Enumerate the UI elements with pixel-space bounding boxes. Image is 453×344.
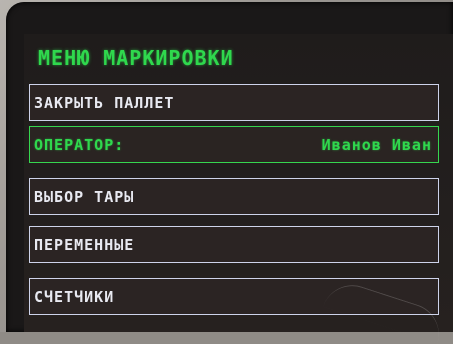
menu-title: МЕНЮ МАРКИРОВКИ [38, 46, 234, 70]
menu-item-variables[interactable]: ПЕРЕМЕННЫЕ [29, 226, 439, 263]
menu-item-label: ПЕРЕМЕННЫЕ [34, 235, 135, 254]
menu-item-label: ЗАКРЫТЬ ПАЛЛЕТ [34, 93, 175, 112]
lcd-screen: МЕНЮ МАРКИРОВКИ ЗАКРЫТЬ ПАЛЛЕТ ОПЕРАТОР:… [24, 34, 453, 344]
menu-item-close-pallet[interactable]: ЗАКРЫТЬ ПАЛЛЕТ [29, 84, 439, 121]
menu-item-label: ВЫБОР ТАРЫ [34, 187, 135, 206]
menu-item-counters[interactable]: СЧЕТЧИКИ [29, 278, 439, 315]
menu-item-container-selection[interactable]: ВЫБОР ТАРЫ [29, 178, 439, 215]
menu-item-label: ОПЕРАТОР: [34, 135, 125, 154]
menu-item-operator[interactable]: ОПЕРАТОР: Иванов Иван [29, 126, 439, 163]
menu-item-label: СЧЕТЧИКИ [34, 287, 115, 306]
operator-name-value: Иванов Иван [321, 135, 432, 154]
